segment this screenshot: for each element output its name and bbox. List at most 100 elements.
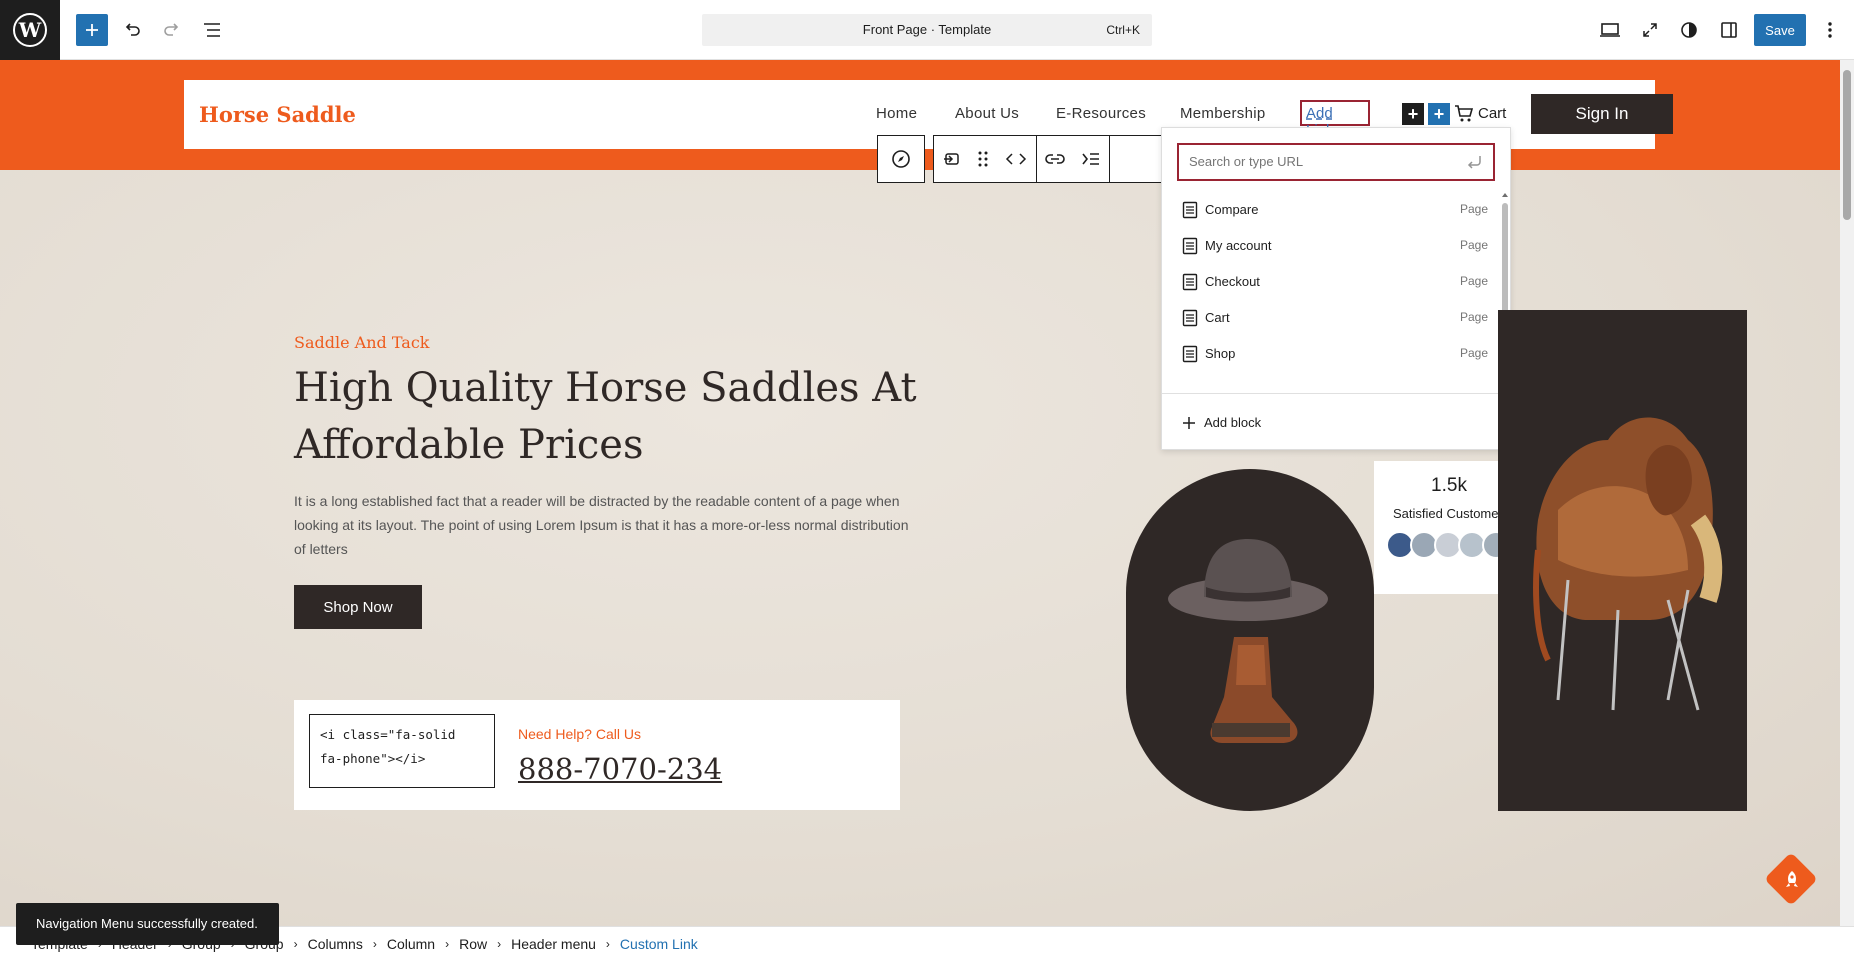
help-label[interactable]: Need Help? Call Us (518, 726, 641, 742)
move-left-right-button[interactable] (996, 136, 1036, 182)
divider (1162, 393, 1510, 394)
cart-label: Cart (1478, 104, 1507, 122)
phone-icon-code-block[interactable]: <i class="fa-solid fa-phone"></i> (309, 714, 495, 788)
desktop-icon (1600, 23, 1620, 37)
sidebar-icon (1721, 22, 1737, 38)
block-type-button[interactable] (934, 136, 970, 182)
snackbar-notice[interactable]: Navigation Menu successfully created. (16, 903, 279, 945)
add-block-toggle-button[interactable] (76, 14, 108, 46)
redo-icon (164, 23, 179, 36)
breadcrumb-item[interactable]: Header menu (511, 936, 596, 952)
customer-stats-card: 1.5k Satisfied Customers (1374, 461, 1510, 594)
page-icon (1182, 309, 1198, 327)
stat-label[interactable]: Satisfied Customers (1393, 506, 1509, 521)
template-title: Front Page · Template (862, 22, 992, 37)
wordpress-logo-icon[interactable]: W (0, 0, 60, 60)
shop-now-button[interactable]: Shop Now (294, 585, 422, 629)
chevron-right-icon: › (445, 937, 450, 951)
suggestion-item[interactable]: Compare Page (1162, 191, 1502, 227)
add-block-label: Add block (1204, 415, 1262, 430)
link-icon (1045, 154, 1065, 164)
suggestion-type: Page (1459, 310, 1488, 324)
saddle-image (1498, 310, 1747, 811)
suggestion-type: Page (1459, 238, 1488, 252)
submenu-icon (1082, 153, 1099, 165)
undo-icon (125, 23, 140, 36)
undo-button[interactable] (116, 14, 148, 46)
custom-link-icon (944, 153, 959, 165)
cart-icon (1455, 105, 1474, 122)
nav-item-about-us[interactable]: About Us (955, 105, 1019, 122)
cart-link[interactable]: Cart (1454, 103, 1506, 123)
suggestion-item[interactable]: Cart Page (1162, 299, 1502, 335)
block-toolbar (933, 135, 1185, 183)
breadcrumb-current[interactable]: Custom Link (620, 936, 698, 952)
submit-enter-icon[interactable] (1465, 153, 1483, 176)
page-icon (1182, 201, 1198, 219)
hero-subtitle[interactable]: Saddle And Tack (294, 333, 429, 352)
breadcrumb-item[interactable]: Row (459, 936, 487, 952)
cowboy-hat-boot-illustration (1168, 539, 1328, 743)
url-search-input[interactable] (1189, 154, 1449, 169)
scroll-up-arrow-icon (1502, 193, 1508, 197)
editor-canvas: Horse Saddle Home About Us E-Resources M… (0, 60, 1840, 926)
compass-icon (892, 150, 910, 168)
rocket-icon[interactable] (1778, 865, 1806, 893)
suggestion-title: Compare (1205, 202, 1259, 217)
customer-avatars (1386, 531, 1510, 559)
plus-icon (1183, 416, 1195, 429)
nav-item-membership[interactable]: Membership (1180, 105, 1266, 122)
link-button[interactable] (1037, 136, 1073, 182)
redo-button[interactable] (156, 14, 188, 46)
suggestion-title: Shop (1205, 346, 1236, 361)
keyboard-shortcut: Ctrl+K (1106, 23, 1140, 37)
help-contact-box: <i class="fa-solid fa-phone"></i> Need H… (294, 700, 900, 810)
link-control-popover: Compare Page My account Page Checkout Pa… (1161, 127, 1511, 450)
options-menu-button[interactable] (1814, 14, 1846, 46)
nav-item-add-link[interactable]: Add Link (1300, 100, 1370, 139)
breadcrumb-item[interactable]: Column (387, 936, 435, 952)
sign-in-button[interactable]: Sign In (1531, 94, 1673, 134)
suggestion-item[interactable]: My account Page (1162, 227, 1502, 263)
chevron-left-right-icon (1005, 153, 1027, 165)
chevron-right-icon: › (497, 937, 502, 951)
phone-number[interactable]: 888-7070-234 (518, 752, 722, 786)
site-title[interactable]: Horse Saddle (199, 102, 356, 127)
document-overview-button[interactable] (196, 14, 228, 46)
settings-sidebar-button[interactable] (1713, 14, 1745, 46)
url-search-wrapper (1177, 143, 1495, 181)
hero-title[interactable]: High Quality Horse Saddles At Affordable… (294, 360, 934, 474)
nav-item-e-resources[interactable]: E-Resources (1056, 105, 1146, 122)
inserter-plus-button[interactable]: + (1428, 103, 1450, 125)
svg-text:W: W (18, 18, 42, 42)
add-block-button[interactable]: Add block (1182, 415, 1261, 430)
styles-button[interactable] (1673, 14, 1705, 46)
fullscreen-icon (1643, 23, 1657, 37)
suggestion-item[interactable]: Checkout Page (1162, 263, 1502, 299)
device-preview-button[interactable] (1594, 14, 1626, 46)
drag-handle[interactable] (970, 136, 996, 182)
suggestion-item[interactable]: Shop Page (1162, 335, 1502, 371)
parent-block-toolbar (877, 135, 925, 183)
canvas-scrollbar[interactable] (1840, 60, 1854, 926)
save-button[interactable]: Save (1754, 14, 1806, 46)
navigation-block-button[interactable] (878, 136, 924, 182)
block-appender-button[interactable]: + (1402, 103, 1424, 125)
chevron-right-icon: › (372, 937, 377, 951)
nav-item-home[interactable]: Home (876, 105, 917, 122)
zoom-out-button[interactable] (1634, 14, 1666, 46)
chevron-right-icon: › (293, 937, 298, 951)
page-icon (1182, 345, 1198, 363)
contrast-icon (1681, 22, 1697, 38)
breadcrumb-item[interactable]: Columns (308, 936, 363, 952)
list-view-icon (204, 23, 220, 37)
page-icon (1182, 273, 1198, 291)
chevron-right-icon: › (605, 937, 610, 951)
suggestion-title: Cart (1205, 310, 1230, 325)
hat-boot-image (1126, 469, 1374, 811)
add-submenu-button[interactable] (1073, 136, 1109, 182)
hero-description[interactable]: It is a long established fact that a rea… (294, 489, 914, 561)
canvas-scroll-thumb[interactable] (1843, 70, 1851, 220)
suggestion-type: Page (1459, 346, 1488, 360)
command-palette-bar[interactable]: Front Page · Template Ctrl+K (702, 14, 1152, 46)
